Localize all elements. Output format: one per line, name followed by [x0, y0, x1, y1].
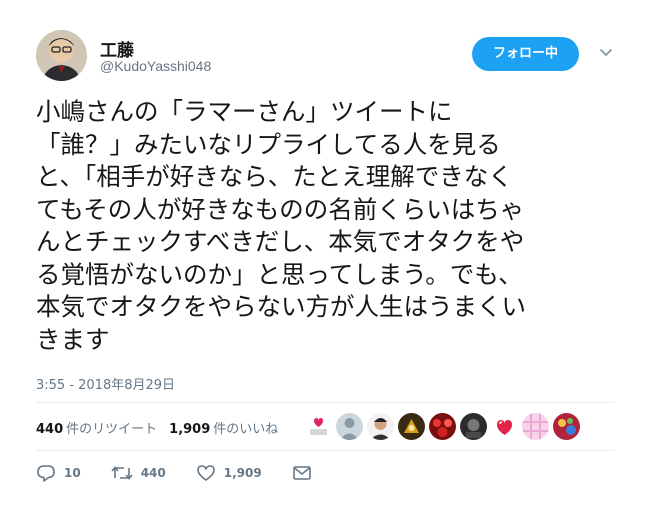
liker-avatar[interactable]	[553, 413, 580, 440]
divider	[36, 402, 614, 403]
liker-avatar[interactable]	[367, 413, 394, 440]
like-button[interactable]: 1,909	[196, 464, 262, 482]
liker-avatar[interactable]	[491, 413, 518, 440]
liker-avatar[interactable]	[336, 413, 363, 440]
engagement-stats: 440 件のリツイート 1,909 件のいいね	[36, 409, 290, 445]
reply-button[interactable]: 10	[36, 464, 81, 482]
tweet-timestamp[interactable]: 3:55 - 2018年8月29日	[36, 374, 175, 393]
chevron-down-icon[interactable]	[597, 44, 615, 62]
tweet-text-line: と、「相手が好きなら、たとえ理解できなく	[36, 162, 513, 191]
tweet-text-line: 本気でオタクをやらない方が人生はうまくい	[36, 292, 526, 321]
tweet-text: 小嶋さんの「ラマーさん」ツイートに 「誰？」みたいなリプライしてる人を見る と、…	[36, 96, 626, 356]
liker-avatars	[305, 413, 584, 440]
following-button[interactable]: フォロー中	[472, 37, 579, 71]
like-count: 1,909	[223, 466, 262, 480]
liker-avatar[interactable]	[398, 413, 425, 440]
liker-avatar[interactable]	[429, 413, 456, 440]
tweet-text-line: 小嶋さんの「ラマーさん」ツイートに	[36, 97, 453, 126]
envelope-icon	[292, 464, 312, 482]
author-avatar[interactable]	[36, 30, 87, 81]
tweet-text-line: る覚悟がないのか」と思ってしまう。でも、	[36, 259, 523, 289]
retweet-stat-label: 件のリツイート	[66, 421, 158, 437]
like-stat-count: 1,909	[169, 421, 211, 437]
heart-icon	[196, 464, 216, 482]
reply-icon	[36, 464, 56, 482]
retweet-stat[interactable]: 440 件のリツイート	[36, 418, 157, 437]
direct-message-button[interactable]	[292, 464, 312, 482]
like-stat-label: 件のいいね	[213, 421, 279, 437]
liker-avatar[interactable]	[305, 413, 332, 440]
tweet-card: 工藤 @KudoYasshi048 フォロー中 小嶋さんの「ラマーさん」ツイート…	[0, 0, 650, 513]
tweet-text-line: きます	[36, 324, 110, 354]
tweet-actions: 10 440 1,909	[36, 464, 342, 482]
tweet-text-line: 「誰？」みたいなリプライしてる人を見る	[36, 129, 501, 159]
retweet-count: 440	[140, 466, 166, 480]
retweet-button[interactable]: 440	[111, 464, 166, 482]
tweet-text-line: てもその人が好きなものの名前くらいはちゃ	[36, 194, 525, 224]
divider	[36, 450, 614, 451]
retweet-icon	[111, 464, 133, 482]
reply-count: 10	[64, 466, 81, 480]
retweet-stat-count: 440	[36, 421, 64, 437]
author-handle[interactable]: @KudoYasshi048	[100, 58, 211, 74]
liker-avatar[interactable]	[522, 413, 549, 440]
like-stat[interactable]: 1,909 件のいいね	[169, 418, 278, 437]
tweet-text-line: んとチェックすべきだし、本気でオタクをや	[36, 227, 525, 256]
liker-avatar[interactable]	[460, 413, 487, 440]
